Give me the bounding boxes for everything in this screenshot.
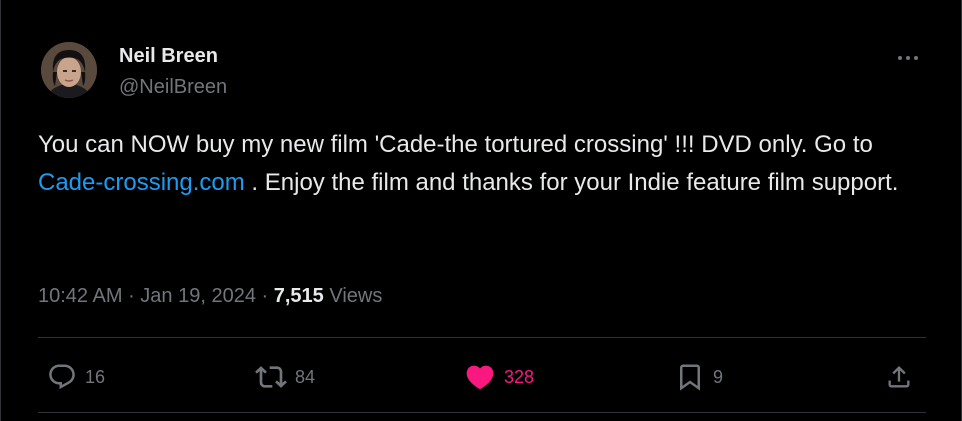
repost-icon bbox=[255, 361, 287, 393]
share-button[interactable] bbox=[885, 360, 913, 394]
views-label: Views bbox=[323, 285, 383, 307]
tweet-text-part1: You can NOW buy my new film 'Cade-the to… bbox=[38, 131, 873, 158]
avatar[interactable] bbox=[41, 42, 97, 98]
like-count: 328 bbox=[504, 366, 535, 387]
tweet-meta: 10:42 AM · Jan 19, 2024 · 7,515 Views bbox=[38, 285, 382, 308]
author-name[interactable]: Neil Breen bbox=[119, 45, 218, 68]
meta-separator: · bbox=[255, 285, 274, 307]
repost-count: 84 bbox=[295, 366, 316, 387]
views-count: 7,515 bbox=[273, 285, 324, 307]
reply-icon bbox=[47, 362, 77, 392]
more-options-button[interactable] bbox=[893, 46, 923, 70]
tweet-text: You can NOW buy my new film 'Cade-the to… bbox=[38, 126, 928, 202]
repost-button[interactable]: 84 bbox=[255, 360, 315, 394]
meta-separator: · bbox=[122, 285, 141, 307]
divider bbox=[38, 412, 926, 413]
share-icon bbox=[885, 363, 913, 391]
bookmark-count: 9 bbox=[713, 366, 724, 387]
reply-count: 16 bbox=[85, 366, 106, 387]
author-handle[interactable]: @NeilBreen bbox=[119, 76, 227, 99]
tweet-link[interactable]: Cade-crossing.com bbox=[38, 169, 245, 196]
more-icon bbox=[896, 55, 920, 61]
heart-icon bbox=[464, 361, 496, 393]
avatar-image bbox=[41, 42, 97, 98]
tweet-card: Neil Breen @NeilBreen You can NOW buy my… bbox=[0, 0, 962, 421]
divider bbox=[38, 337, 926, 338]
bookmark-icon bbox=[675, 361, 705, 393]
like-button[interactable]: 328 bbox=[464, 360, 534, 394]
tweet-date[interactable]: Jan 19, 2024 bbox=[140, 285, 256, 307]
bookmark-button[interactable]: 9 bbox=[675, 360, 723, 394]
tweet-time[interactable]: 10:42 AM bbox=[38, 285, 123, 307]
tweet-text-part2: . Enjoy the film and thanks for your Ind… bbox=[244, 169, 899, 196]
reply-button[interactable]: 16 bbox=[47, 360, 105, 394]
